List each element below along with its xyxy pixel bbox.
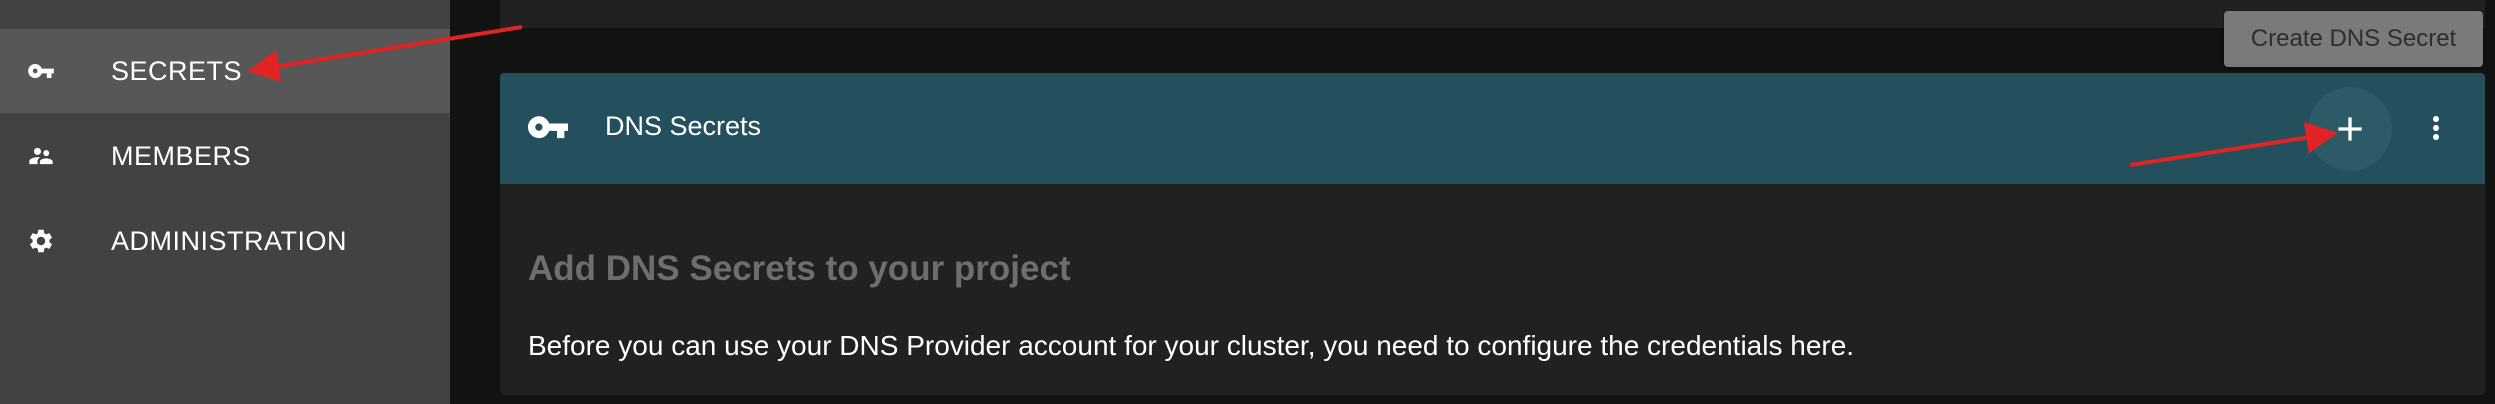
app-screen: SECRETS MEMBERS ADMINISTRATION Create DN… xyxy=(0,0,2495,404)
more-vertical-icon xyxy=(2433,116,2439,140)
people-icon xyxy=(26,141,56,171)
dns-secrets-card: DNS Secrets Add DNS Secrets to your proj… xyxy=(500,73,2485,395)
more-options-button[interactable] xyxy=(2411,103,2461,153)
card-title: DNS Secrets xyxy=(605,111,762,141)
sidebar-item-label: MEMBERS xyxy=(111,140,252,171)
sidebar: SECRETS MEMBERS ADMINISTRATION xyxy=(0,0,450,404)
sidebar-item-label: SECRETS xyxy=(111,55,243,86)
key-icon xyxy=(26,56,56,86)
plus-icon xyxy=(2338,117,2362,141)
card-header: DNS Secrets xyxy=(500,73,2485,184)
empty-state-text: Before you can use your DNS Provider acc… xyxy=(528,330,1855,361)
sidebar-item-administration[interactable]: ADMINISTRATION xyxy=(0,199,450,283)
create-dns-secret-button[interactable]: Create DNS Secret xyxy=(2224,11,2483,67)
key-icon xyxy=(526,109,570,149)
empty-state-title: Add DNS Secrets to your project xyxy=(528,249,1071,288)
sidebar-item-label: ADMINISTRATION xyxy=(111,225,347,256)
previous-card-edge xyxy=(500,0,2485,28)
sidebar-item-secrets[interactable]: SECRETS xyxy=(0,29,450,113)
sidebar-item-members[interactable]: MEMBERS xyxy=(0,114,450,198)
gear-icon xyxy=(26,226,56,256)
add-dns-secret-button[interactable] xyxy=(2308,87,2392,171)
